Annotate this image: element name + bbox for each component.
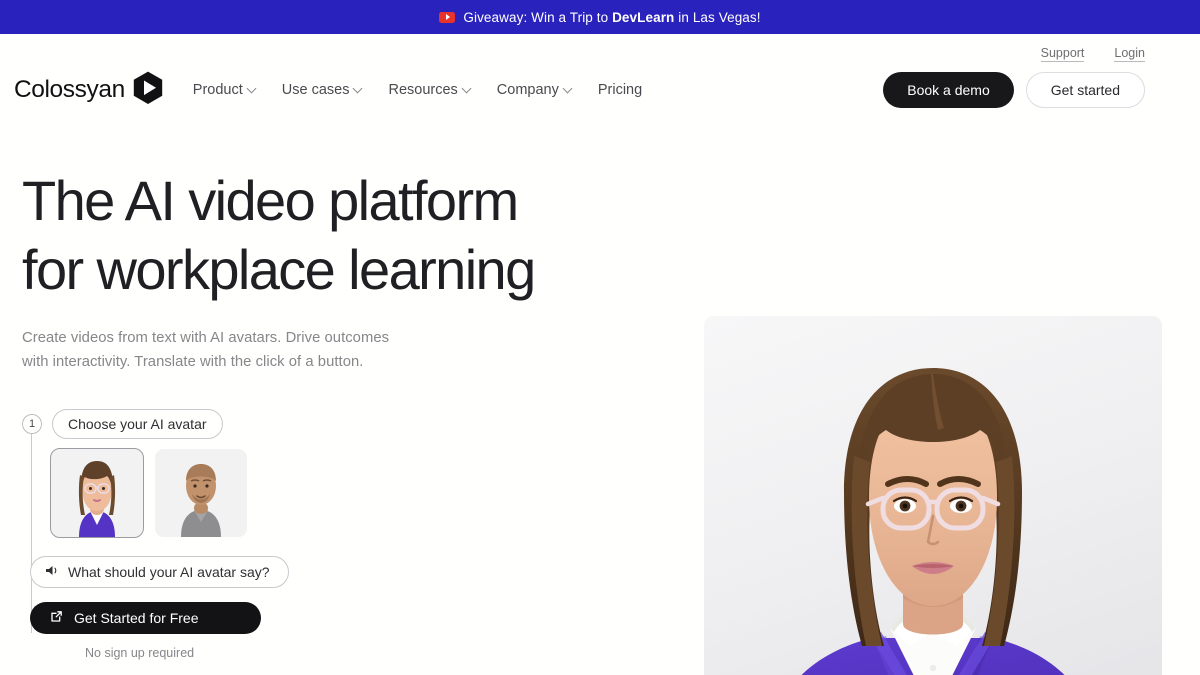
announcement-banner[interactable]: Giveaway: Win a Trip to DevLearn in Las … (0, 0, 1200, 34)
external-link-icon (50, 610, 63, 626)
avatar-script-label: What should your AI avatar say? (68, 563, 270, 580)
demo-step-1: 1 Choose your AI avatar (22, 408, 322, 439)
nav-label: Product (192, 82, 243, 98)
avatar-option-male-bald[interactable] (155, 448, 247, 537)
nav-label: Pricing (597, 82, 643, 98)
nav-label: Use cases (281, 82, 350, 98)
get-started-button[interactable]: Get started (1025, 72, 1145, 108)
announcement-highlight: DevLearn (612, 9, 675, 25)
step-number-badge: 1 (22, 413, 42, 434)
chevron-down-icon (463, 85, 472, 94)
ticket-icon (439, 11, 456, 23)
nav-item-resources[interactable]: Resources (388, 82, 471, 98)
choose-avatar-pill[interactable]: Choose your AI avatar (52, 408, 223, 439)
page-title: The AI video platform for workplace lear… (22, 166, 700, 305)
inline-demo-widget: 1 Choose your AI avatar What should your… (22, 408, 322, 660)
chevron-down-icon (354, 85, 363, 94)
get-started-free-button[interactable]: Get Started for Free (30, 601, 261, 634)
hero-subtitle-line-2: with interactivity. Translate with the c… (22, 353, 364, 370)
nav-item-use-cases[interactable]: Use cases (282, 82, 364, 98)
hexagon-play-icon (133, 71, 163, 109)
brand-logo[interactable]: Colossyan (14, 71, 163, 109)
speaker-icon (45, 564, 59, 580)
nav-item-pricing[interactable]: Pricing (598, 82, 642, 98)
site-header: Colossyan Product Use cases Resources Co… (0, 62, 1200, 118)
support-link[interactable]: Support (1040, 46, 1085, 62)
nav-label: Company (496, 82, 559, 98)
hero-subtitle-line-1: Create videos from text with AI avatars.… (22, 329, 390, 346)
nav-label: Resources (388, 82, 458, 98)
header-actions: Book a demo Get started (883, 72, 1145, 108)
avatar-option-female-glasses[interactable] (50, 447, 144, 538)
announcement-text-after: in Las Vegas! (674, 9, 761, 25)
nav-item-product[interactable]: Product (193, 82, 257, 98)
avatar-script-input[interactable]: What should your AI avatar say? (30, 555, 289, 588)
book-a-demo-button[interactable]: Book a demo (883, 72, 1014, 108)
brand-wordmark: Colossyan (14, 76, 125, 103)
main-navigation: Product Use cases Resources Company Pric… (193, 82, 642, 98)
hero-subtitle: Create videos from text with AI avatars.… (22, 327, 442, 375)
hero-avatar-image (704, 316, 1162, 675)
cta-row: Get Started for Free No sign up required (30, 601, 322, 660)
hero-section: The AI video platform for workplace lear… (0, 118, 1200, 675)
get-started-free-label: Get Started for Free (74, 609, 199, 626)
login-link[interactable]: Login (1114, 46, 1145, 62)
no-signup-note: No sign up required (85, 645, 195, 660)
hero-content: The AI video platform for workplace lear… (0, 118, 700, 660)
announcement-text-before: Giveaway: Win a Trip to (463, 9, 613, 25)
hero-title-line-1: The AI video platform (22, 169, 519, 232)
utility-links: Support Login (0, 34, 1200, 62)
avatar-choices (50, 447, 322, 538)
chevron-down-icon (248, 85, 257, 94)
chevron-down-icon (564, 85, 573, 94)
avatar-script-row: What should your AI avatar say? (30, 555, 322, 588)
announcement-text: Giveaway: Win a Trip to DevLearn in Las … (463, 10, 760, 25)
hero-title-line-2: for workplace learning (22, 238, 536, 302)
nav-item-company[interactable]: Company (497, 82, 573, 98)
